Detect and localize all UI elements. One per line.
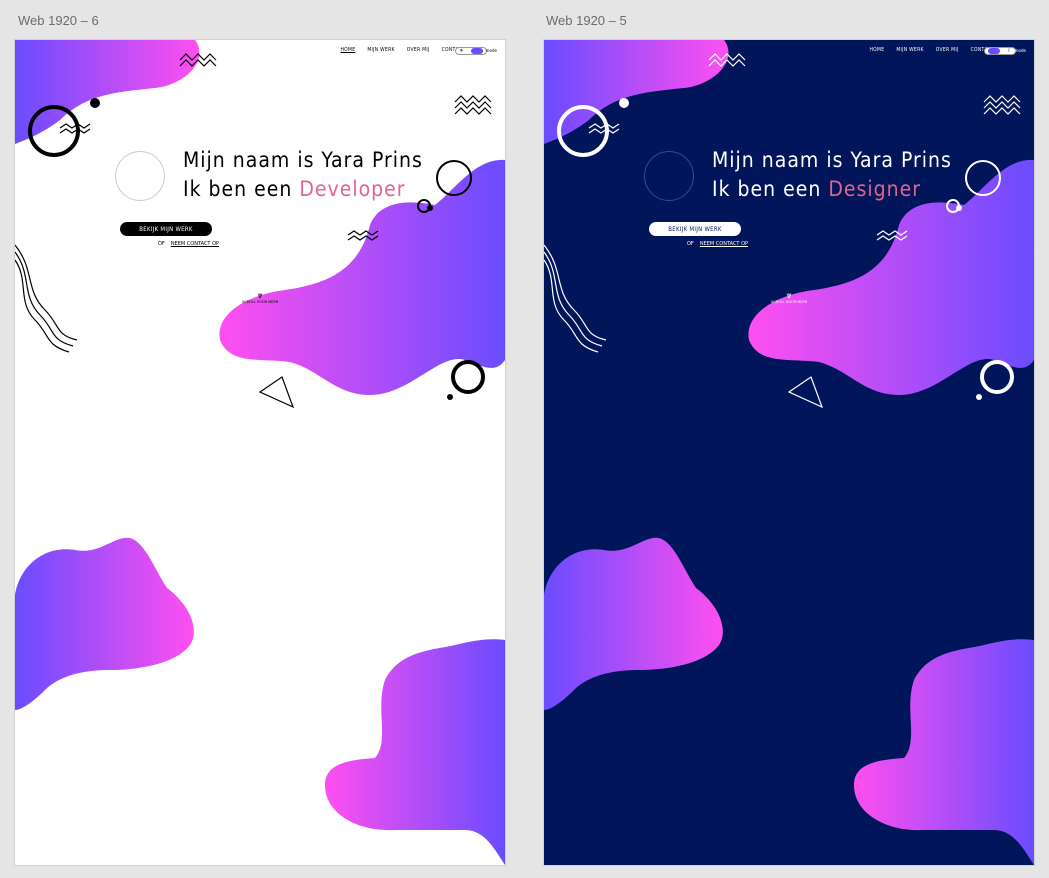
dot-top-left: [619, 98, 629, 108]
dot-top-left: [90, 98, 100, 108]
chevron-down-icon: ⩔: [257, 291, 263, 301]
scroll-label: SCROLL VOOR MEER: [242, 300, 279, 304]
dot-bottom-right: [447, 394, 453, 400]
toggle-knob: [471, 48, 483, 54]
moon-icon: ☾: [1007, 48, 1012, 54]
headline-role: Developer: [299, 177, 406, 201]
artboard-dark: HOME MIJN WERK OVER MIJ CONTACT ☾ mode M…: [544, 40, 1034, 865]
theme-toggle[interactable]: ☾: [984, 47, 1016, 55]
toggle-label: mode: [1014, 48, 1026, 53]
blob-bottom-right: [325, 639, 505, 865]
ring-bottom-right: [451, 360, 485, 394]
scroll-hint[interactable]: ⩔ SCROLL VOOR MEER: [242, 291, 279, 305]
or-label: OF: [158, 241, 165, 247]
nav-mijn-werk[interactable]: MIJN WERK: [367, 47, 394, 53]
toggle-knob: [988, 48, 1000, 54]
scroll-label: SCROLL VOOR MEER: [771, 300, 808, 304]
or-label: OF: [687, 241, 694, 247]
contact-link[interactable]: NEEM CONTACT OP: [700, 241, 748, 247]
blob-top-left: [15, 40, 200, 144]
headline-role: Designer: [828, 177, 921, 201]
artboard-label-light[interactable]: Web 1920 – 6: [18, 13, 99, 28]
main-nav: HOME MIJN WERK OVER MIJ CONTACT: [341, 47, 466, 53]
nav-home[interactable]: HOME: [341, 47, 356, 53]
triangle: [787, 376, 824, 409]
ring-bottom-right: [980, 360, 1014, 394]
theme-toggle[interactable]: ☀: [455, 47, 487, 55]
sun-icon: ☀: [459, 48, 464, 54]
nav-over-mij[interactable]: OVER MIJ: [936, 47, 959, 53]
nav-mijn-werk[interactable]: MIJN WERK: [896, 47, 923, 53]
dot-bottom-right: [976, 394, 982, 400]
blob-bottom-left: [15, 537, 194, 710]
hero-headline: Mijn naam is Yara Prins Ik ben een Desig…: [712, 146, 952, 204]
headline-line2: Ik ben een Designer: [712, 177, 921, 201]
small-dot: [956, 205, 962, 211]
triangle: [258, 376, 295, 409]
nav-over-mij[interactable]: OVER MIJ: [407, 47, 430, 53]
hero-headline: Mijn naam is Yara Prins Ik ben een Devel…: [183, 146, 423, 204]
scroll-hint[interactable]: ⩔ SCROLL VOOR MEER: [771, 291, 808, 305]
artboard-label-dark[interactable]: Web 1920 – 5: [546, 13, 627, 28]
small-dot: [427, 205, 433, 211]
headline-line2: Ik ben een Developer: [183, 177, 406, 201]
main-nav: HOME MIJN WERK OVER MIJ CONTACT: [870, 47, 995, 53]
headline-line1: Mijn naam is Yara Prins: [183, 148, 423, 172]
blob-bottom-left: [544, 537, 723, 710]
view-work-button[interactable]: BEKIJK MIJN WERK: [120, 222, 212, 236]
chevron-down-icon: ⩔: [786, 291, 792, 301]
nav-home[interactable]: HOME: [870, 47, 885, 53]
blob-bottom-right: [854, 639, 1034, 865]
view-work-button[interactable]: BEKIJK MIJN WERK: [649, 222, 741, 236]
toggle-label: mode: [485, 48, 497, 53]
contact-row: OF NEEM CONTACT OP: [687, 241, 748, 247]
avatar: [644, 151, 694, 201]
blob-top-left: [544, 40, 729, 144]
avatar: [115, 151, 165, 201]
artboard-light: HOME MIJN WERK OVER MIJ CONTACT ☀ mode M…: [15, 40, 505, 865]
headline-line1: Mijn naam is Yara Prins: [712, 148, 952, 172]
contact-link[interactable]: NEEM CONTACT OP: [171, 241, 219, 247]
contact-row: OF NEEM CONTACT OP: [158, 241, 219, 247]
